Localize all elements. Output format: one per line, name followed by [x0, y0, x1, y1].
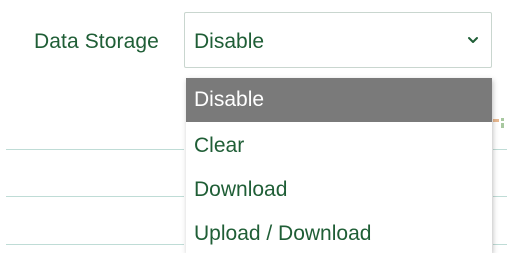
select-current-value: Disable: [194, 30, 265, 53]
data-storage-select[interactable]: Disable: [184, 12, 492, 68]
dropdown-option-disable[interactable]: Disable: [186, 78, 492, 122]
row-divider: [6, 196, 184, 197]
chevron-down-icon[interactable]: [467, 34, 479, 46]
partial-icon: [493, 116, 507, 130]
row-divider: [493, 196, 507, 197]
row-divider: [6, 244, 184, 245]
row-divider: [6, 149, 184, 150]
dropdown-option-upload-download[interactable]: Upload / Download: [186, 212, 492, 253]
data-storage-screen: Data Storage Disable Disable Clear Downl…: [0, 0, 507, 253]
dropdown-option-download[interactable]: Download: [186, 168, 492, 212]
row-divider: [493, 244, 507, 245]
data-storage-dropdown: Disable Clear Download Upload / Download: [186, 78, 492, 253]
dropdown-option-clear[interactable]: Clear: [186, 124, 492, 168]
row-divider: [493, 149, 507, 150]
data-storage-label: Data Storage: [34, 30, 159, 53]
